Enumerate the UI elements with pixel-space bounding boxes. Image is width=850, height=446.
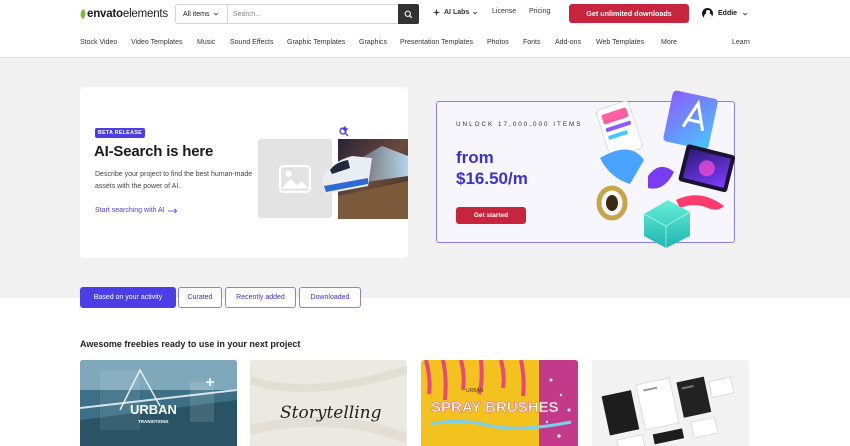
category-nav: Stock Video Video Templates Music Sound … <box>0 30 850 58</box>
category-web-templates[interactable]: Web Templates <box>596 39 644 46</box>
freebie-card-storytelling[interactable]: Storytelling <box>250 360 407 446</box>
start-searching-label: Start searching with AI <box>95 207 165 214</box>
get-unlimited-downloads-button[interactable]: Get unlimited downloads <box>569 4 689 23</box>
search-bar: All items <box>175 4 419 24</box>
freebie-card-spray-brushes[interactable]: URBAN SPRAY BRUSHES <box>421 360 578 446</box>
freebie-card-urban-transitions[interactable]: URBAN TRANSITIONS <box>80 360 237 446</box>
thumbnail-title: URBAN <box>130 402 177 417</box>
category-graphic-templates[interactable]: Graphic Templates <box>287 39 345 46</box>
category-graphics[interactable]: Graphics <box>359 39 387 46</box>
thumbnail-title: SPRAY BRUSHES <box>431 399 559 416</box>
sparkle-icon <box>432 8 441 17</box>
logo-text-envato: envato <box>87 8 123 20</box>
beta-badge: BETA RELEASE <box>95 128 145 138</box>
user-menu[interactable]: Eddie <box>702 8 748 19</box>
chevron-down-icon <box>473 11 478 14</box>
promo-price-amount: $16.50/m <box>456 169 528 188</box>
spray-brushes-thumbnail: URBAN SPRAY BRUSHES <box>421 360 578 446</box>
category-video-templates[interactable]: Video Templates <box>131 39 183 46</box>
category-sound-effects[interactable]: Sound Effects <box>230 39 273 46</box>
search-button[interactable] <box>398 4 419 24</box>
category-presentation-templates[interactable]: Presentation Templates <box>400 39 473 46</box>
image-icon <box>279 164 311 193</box>
start-searching-link[interactable]: Start searching with AI <box>95 207 178 214</box>
thumbnail-title: Storytelling <box>280 403 382 423</box>
category-fonts[interactable]: Fonts <box>523 39 541 46</box>
ai-search-description: Describe your project to find the best h… <box>95 171 253 190</box>
tab-based-on-activity[interactable]: Based on your activity <box>80 287 176 308</box>
pricing-link[interactable]: Pricing <box>529 8 550 15</box>
search-input[interactable] <box>228 5 398 23</box>
search-icon <box>404 10 413 18</box>
ai-labs-label: AI Labs <box>444 9 470 16</box>
freebie-card-stationery-mockup[interactable] <box>592 360 749 446</box>
license-link[interactable]: License <box>492 8 516 15</box>
thumbnail-subtitle: URBAN <box>466 388 484 394</box>
avatar <box>702 8 713 19</box>
promo-3d-illustration <box>596 90 736 248</box>
chevron-down-icon <box>214 12 219 16</box>
get-started-button[interactable]: Get started <box>456 207 526 224</box>
search-category-label: All items <box>183 10 210 18</box>
logo-text-elements: elements <box>122 8 168 20</box>
thumbnail-subtitle: TRANSITIONS <box>138 419 169 424</box>
tab-recently-added[interactable]: Recently added <box>225 287 296 308</box>
category-more[interactable]: More <box>661 39 677 46</box>
promo-eyebrow: UNLOCK 17,000,000 ITEMS <box>456 121 583 128</box>
ai-search-title: AI-Search is here <box>94 143 214 160</box>
category-photos[interactable]: Photos <box>487 39 509 46</box>
tab-curated[interactable]: Curated <box>178 287 222 308</box>
category-stock-video[interactable]: Stock Video <box>80 39 117 46</box>
image-placeholder <box>258 139 332 218</box>
stationery-mockup-thumbnail <box>592 360 749 446</box>
promo-price: from $16.50/m <box>456 147 596 189</box>
category-music[interactable]: Music <box>197 39 215 46</box>
promo-price-from: from <box>456 148 494 167</box>
train-photo-illustration <box>322 126 408 219</box>
arrow-right-icon <box>167 208 177 213</box>
envato-logo[interactable]: envato elements <box>78 8 168 20</box>
category-learn[interactable]: Learn <box>732 39 750 46</box>
top-bar: envato elements All items AI Labs Licens… <box>0 0 850 30</box>
user-name: Eddie <box>718 10 738 17</box>
chevron-down-icon <box>742 12 748 15</box>
category-add-ons[interactable]: Add-ons <box>555 39 581 46</box>
section-title: Awesome freebies ready to use in your ne… <box>80 339 301 349</box>
tab-downloaded[interactable]: Downloaded <box>299 287 361 308</box>
ai-labs-menu[interactable]: AI Labs <box>432 8 478 17</box>
storytelling-thumbnail: Storytelling <box>250 360 407 446</box>
search-category-select[interactable]: All items <box>176 5 228 23</box>
urban-transitions-thumbnail: URBAN TRANSITIONS <box>80 360 237 446</box>
